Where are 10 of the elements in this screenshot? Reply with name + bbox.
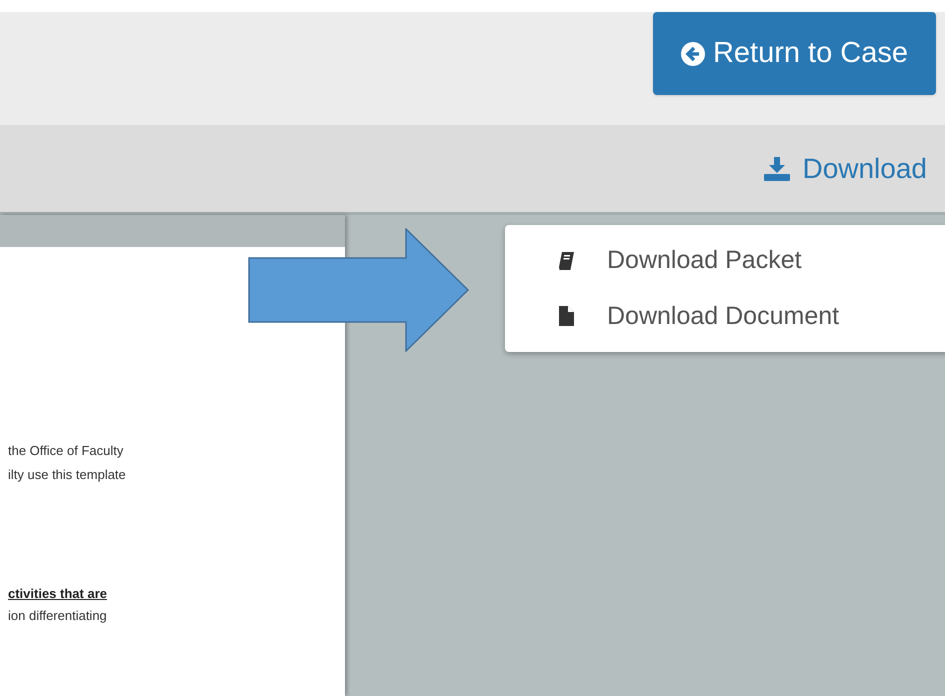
menu-item[interactable]: Download Packet [607, 242, 802, 280]
file-icon [558, 306, 574, 326]
document-text: ion differentiating [8, 606, 108, 625]
menu-item[interactable]: Download Document [607, 298, 840, 335]
document-heading: ctivities that are [8, 585, 108, 603]
document-text: ilty use this template [8, 466, 127, 484]
return-button[interactable]: Return to Case [652, 12, 936, 95]
document-text: the Office of Faculty [8, 442, 124, 460]
download-icon [764, 156, 790, 180]
book-icon [558, 252, 574, 270]
